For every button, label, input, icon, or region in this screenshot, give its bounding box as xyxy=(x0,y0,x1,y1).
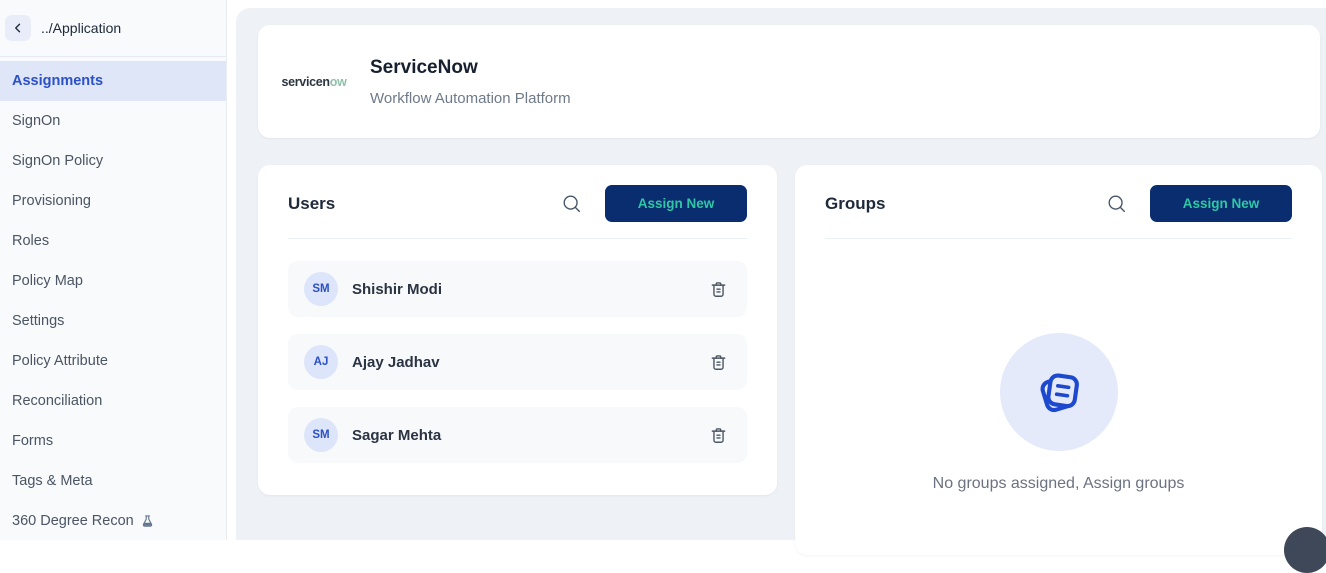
users-panel-title: Users xyxy=(288,194,561,214)
back-button[interactable] xyxy=(5,15,31,41)
trash-icon xyxy=(708,279,729,300)
groups-panel-header: Groups Assign New xyxy=(795,165,1322,222)
sidebar: ../Application Assignments SignOn SignOn… xyxy=(0,0,227,540)
app-header-card: servicenow ServiceNow Workflow Automatio… xyxy=(258,25,1320,138)
search-icon xyxy=(1106,193,1128,215)
sidebar-nav: Assignments SignOn SignOn Policy Provisi… xyxy=(0,57,226,541)
trash-icon xyxy=(708,425,729,446)
sidebar-item-reconciliation[interactable]: Reconciliation xyxy=(0,381,226,421)
sidebar-item-provisioning[interactable]: Provisioning xyxy=(0,181,226,221)
avatar: SM xyxy=(304,418,338,452)
page-title: ServiceNow xyxy=(370,57,571,79)
page-subtitle: Workflow Automation Platform xyxy=(370,90,571,107)
chevron-left-icon xyxy=(12,22,24,34)
search-icon xyxy=(561,193,583,215)
chat-fab[interactable] xyxy=(1284,527,1326,573)
user-row[interactable]: SM Sagar Mehta xyxy=(288,407,747,463)
breadcrumb: ../Application xyxy=(0,0,226,57)
user-name: Ajay Jadhav xyxy=(352,354,708,371)
sidebar-item-signon[interactable]: SignOn xyxy=(0,101,226,141)
sidebar-item-settings[interactable]: Settings xyxy=(0,301,226,341)
sidebar-item-policy-map[interactable]: Policy Map xyxy=(0,261,226,301)
user-name: Sagar Mehta xyxy=(352,427,708,444)
sidebar-item-label: 360 Degree Recon xyxy=(12,513,134,529)
sidebar-item-assignments[interactable]: Assignments xyxy=(0,61,226,101)
users-search-button[interactable] xyxy=(561,193,583,215)
delete-user-button[interactable] xyxy=(708,425,729,446)
empty-groups-illustration xyxy=(1000,333,1118,451)
users-list: SM Shishir Modi AJ Ajay Jadhav xyxy=(258,239,777,463)
user-name: Shishir Modi xyxy=(352,281,708,298)
groups-search-button[interactable] xyxy=(1106,193,1128,215)
sidebar-item-policy-attribute[interactable]: Policy Attribute xyxy=(0,341,226,381)
app-header-text: ServiceNow Workflow Automation Platform xyxy=(370,57,571,107)
users-assign-new-button[interactable]: Assign New xyxy=(605,185,747,222)
sidebar-item-forms[interactable]: Forms xyxy=(0,421,226,461)
delete-user-button[interactable] xyxy=(708,352,729,373)
user-row[interactable]: AJ Ajay Jadhav xyxy=(288,334,747,390)
sidebar-item-360-degree-recon[interactable]: 360 Degree Recon xyxy=(0,501,226,541)
avatar: SM xyxy=(304,272,338,306)
users-panel: Users Assign New SM Shishir Modi xyxy=(258,165,777,495)
sidebar-item-tags-meta[interactable]: Tags & Meta xyxy=(0,461,226,501)
app-logo: servicenow xyxy=(258,75,370,89)
breadcrumb-label[interactable]: ../Application xyxy=(41,20,121,36)
sidebar-item-signon-policy[interactable]: SignOn Policy xyxy=(0,141,226,181)
avatar: AJ xyxy=(304,345,338,379)
servicenow-logo: servicenow xyxy=(281,75,346,89)
groups-assign-new-button[interactable]: Assign New xyxy=(1150,185,1292,222)
stacked-cards-icon xyxy=(1030,363,1088,421)
sidebar-item-roles[interactable]: Roles xyxy=(0,221,226,261)
users-panel-header: Users Assign New xyxy=(258,165,777,222)
divider xyxy=(825,238,1292,239)
delete-user-button[interactable] xyxy=(708,279,729,300)
groups-panel-title: Groups xyxy=(825,194,1106,214)
user-row[interactable]: SM Shishir Modi xyxy=(288,261,747,317)
flask-icon xyxy=(140,514,155,529)
groups-empty-state: No groups assigned, Assign groups xyxy=(795,333,1322,493)
empty-groups-message: No groups assigned, Assign groups xyxy=(933,475,1185,493)
trash-icon xyxy=(708,352,729,373)
groups-panel: Groups Assign New No groups assigned, xyxy=(795,165,1322,555)
